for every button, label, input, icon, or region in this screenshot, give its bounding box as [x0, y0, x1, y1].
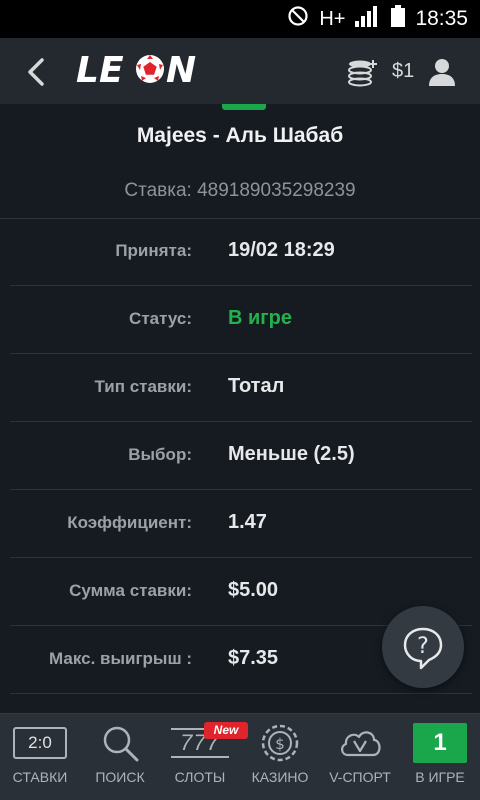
detail-value: 1.47 [228, 511, 267, 533]
chevron-left-icon [28, 58, 44, 86]
detail-value: Тотал [228, 375, 285, 397]
status-bar: H+ 18:35 [0, 0, 480, 38]
svg-text:LE: LE [76, 50, 124, 90]
detail-label: Сумма ставки: [69, 581, 192, 600]
svg-text:N: N [166, 50, 196, 90]
detail-value: $7.35 [228, 647, 279, 669]
nav-label: СЛОТЫ [174, 769, 226, 785]
detail-label: Выбор: [128, 445, 192, 464]
score-board-icon: 2:0 [0, 722, 80, 764]
live-count-icon: 1 [400, 722, 480, 764]
detail-label: Макс. выигрыш : [49, 649, 192, 668]
cloud-v-icon [320, 722, 400, 764]
leon-logo[interactable]: LE N [76, 50, 202, 90]
help-button[interactable]: ? [382, 606, 464, 688]
nav-v-sport[interactable]: V-СПОРТ [320, 714, 400, 800]
detail-value: Меньше (2.5) [228, 443, 355, 465]
nav-bets[interactable]: 2:0 СТАВКИ [0, 714, 80, 800]
signal-icon [355, 5, 381, 33]
detail-label: Принята: [115, 241, 192, 260]
logo-wordmark: LE N [76, 50, 196, 90]
nav-search[interactable]: ПОИСК [80, 714, 160, 800]
bet-id: Ставка: 489189035298239 [124, 180, 356, 201]
new-badge: New [204, 722, 248, 739]
nav-label: V-СПОРТ [329, 769, 391, 785]
detail-value: $5.00 [228, 579, 279, 601]
svg-text:?: ? [417, 634, 429, 659]
detail-label: Статус: [129, 309, 192, 328]
detail-row-selection: Выбор: Меньше (2.5) [10, 423, 472, 490]
nav-live[interactable]: 1 В ИГРЕ [400, 714, 480, 800]
coins-plus-icon [348, 60, 377, 87]
balance-amount[interactable]: $1 [392, 60, 414, 83]
nav-label: СТАВКИ [12, 769, 68, 785]
active-indicator [222, 104, 266, 110]
detail-row-status: Статус: В игре [10, 287, 472, 354]
nav-label: ПОИСК [95, 769, 145, 785]
deposit-coins-button[interactable] [346, 58, 380, 88]
detail-label: Тип ставки: [94, 377, 192, 396]
detail-row-accepted: Принята: 19/02 18:29 [10, 219, 472, 286]
app-header: LE N $1 [0, 38, 480, 104]
detail-row-bet-type: Тип ставки: Тотал [10, 355, 472, 422]
battery-icon [391, 5, 406, 33]
user-icon [429, 59, 455, 86]
status-value: В игре [228, 307, 292, 329]
event-title: Majees - Аль Шабаб [136, 124, 344, 147]
detail-row-odds: Коэффициент: 1.47 [10, 491, 472, 558]
nav-label: В ИГРЕ [415, 769, 465, 785]
svg-text:$: $ [275, 735, 285, 753]
profile-button[interactable] [426, 56, 458, 88]
detail-value: 19/02 18:29 [228, 239, 335, 261]
clock: 18:35 [415, 7, 468, 30]
back-button[interactable] [20, 54, 56, 90]
search-icon [80, 722, 160, 764]
nav-label: КАЗИНО [251, 769, 309, 785]
help-question-icon: ? [403, 627, 443, 670]
live-count: 1 [413, 723, 467, 763]
casino-chip-icon: $ [240, 722, 320, 764]
network-type: H+ [319, 7, 346, 30]
nav-casino[interactable]: $ КАЗИНО [240, 714, 320, 800]
do-not-disturb-icon [287, 5, 309, 33]
detail-label: Коэффициент: [67, 513, 192, 532]
